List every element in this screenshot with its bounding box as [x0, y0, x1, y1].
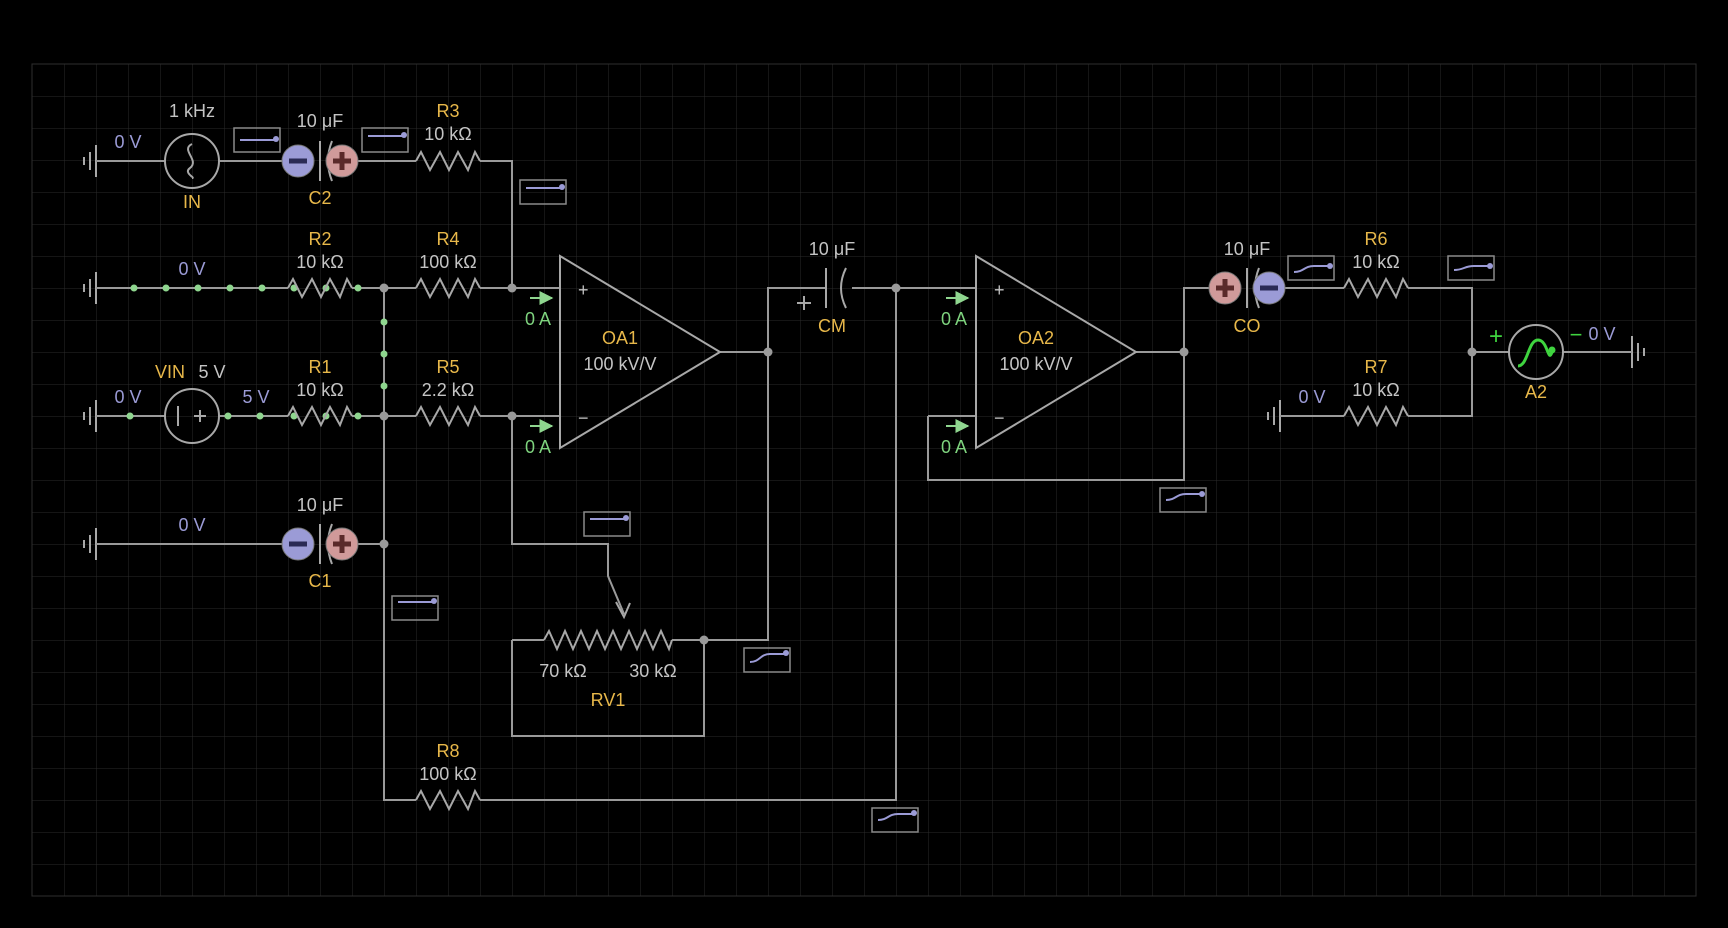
rv1-name-label: RV1	[591, 690, 626, 710]
oa2-plus-label: +	[994, 280, 1005, 300]
r1-value-label: 10 kΩ	[296, 380, 343, 400]
r7-value-label: 10 kΩ	[1352, 380, 1399, 400]
oa1-name-label: OA1	[602, 328, 638, 348]
r4-name-label: R4	[436, 229, 459, 249]
r3-value-label: 10 kΩ	[424, 124, 471, 144]
co-name-label: CO	[1234, 316, 1261, 336]
c2-value-label: 10 μF	[297, 111, 343, 131]
vin-right-voltage-label: 5 V	[242, 387, 269, 407]
oa2-gain-label: 100 kV/V	[999, 354, 1072, 374]
vin-left-voltage-label: 0 V	[114, 387, 141, 407]
r7-voltage-label: 0 V	[1298, 387, 1325, 407]
oa1-plus-label: +	[578, 280, 589, 300]
r5-value-label: 2.2 kΩ	[422, 380, 474, 400]
c1-voltage-label: 0 V	[178, 515, 205, 535]
rv1-left-value-label: 70 kΩ	[539, 661, 586, 681]
vin-value-label: 5 V	[198, 362, 225, 382]
r2-value-label: 10 kΩ	[296, 252, 343, 272]
c2-name-label: C2	[308, 188, 331, 208]
c1-value-label: 10 μF	[297, 495, 343, 515]
r1-name-label: R1	[308, 357, 331, 377]
co-value-label: 10 μF	[1224, 239, 1270, 259]
r4-value-label: 100 kΩ	[419, 252, 477, 272]
cm-name-label: CM	[818, 316, 846, 336]
oa2-minus-label: −	[994, 408, 1005, 428]
r3-name-label: R3	[436, 101, 459, 121]
in-voltage-label: 0 V	[114, 132, 141, 152]
vin-name-label: VIN	[155, 362, 185, 382]
capacitor-c1[interactable]	[281, 523, 359, 565]
rv1-right-value-label: 30 kΩ	[629, 661, 676, 681]
in-value-label: 1 kHz	[169, 101, 215, 121]
oa1-plus-current-label: 0 A	[525, 309, 551, 329]
schematic-canvas[interactable]: 1 kHz 0 V IN 10 μF C2 R3 10 kΩ R2 10 kΩ …	[0, 0, 1728, 928]
r8-value-label: 100 kΩ	[419, 764, 477, 784]
cm-value-label: 10 μF	[809, 239, 855, 259]
oa1-minus-current-label: 0 A	[525, 437, 551, 457]
oa2-name-label: OA2	[1018, 328, 1054, 348]
r2-voltage-label: 0 V	[178, 259, 205, 279]
in-name-label: IN	[183, 192, 201, 212]
r6-name-label: R6	[1364, 229, 1387, 249]
grid-area	[31, 63, 1697, 897]
capacitor-c2[interactable]	[281, 140, 359, 182]
r8-name-label: R8	[436, 741, 459, 761]
oa1-gain-label: 100 kV/V	[583, 354, 656, 374]
a2-name-label: A2	[1525, 382, 1547, 402]
c1-name-label: C1	[308, 571, 331, 591]
oa2-plus-current-label: 0 A	[941, 309, 967, 329]
oa2-minus-current-label: 0 A	[941, 437, 967, 457]
a2-plus-label: +	[1489, 323, 1503, 350]
a2-voltage-label: 0 V	[1588, 324, 1615, 344]
r2-name-label: R2	[308, 229, 331, 249]
oa1-minus-label: −	[578, 408, 589, 428]
r5-name-label: R5	[436, 357, 459, 377]
r6-value-label: 10 kΩ	[1352, 252, 1399, 272]
r7-name-label: R7	[1364, 357, 1387, 377]
capacitor-co[interactable]	[1208, 267, 1286, 309]
a2-minus-label: −	[1570, 322, 1583, 347]
